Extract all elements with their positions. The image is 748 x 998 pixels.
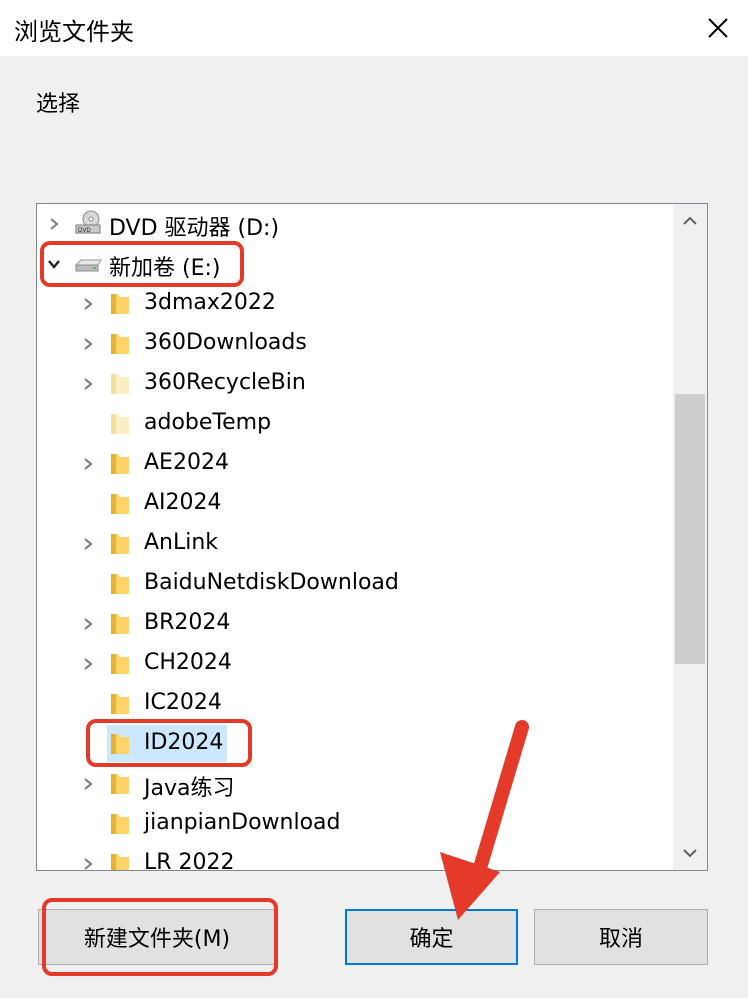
svg-text:DVD: DVD — [78, 228, 91, 234]
folder-row[interactable]: AE2024 — [37, 444, 673, 484]
chevron-right-icon[interactable] — [79, 615, 97, 633]
folder-row[interactable]: jianpianDownload — [37, 804, 673, 844]
folder-icon — [109, 292, 131, 320]
tree-item-label: CH2024 — [144, 650, 232, 675]
tree-item-label: 3dmax2022 — [144, 290, 276, 315]
folder-row[interactable]: AnLink — [37, 524, 673, 564]
tree-item-label: jianpianDownload — [144, 810, 341, 835]
tree-item-label: IC2024 — [144, 690, 222, 715]
chevron-right-icon[interactable] — [79, 295, 97, 313]
folder-icon — [109, 692, 131, 720]
folder-row[interactable]: 360RecycleBin — [37, 364, 673, 404]
folder-icon — [109, 372, 131, 400]
new-folder-button[interactable]: 新建文件夹(M) — [38, 909, 276, 965]
tree-item-label: ID2024 — [144, 730, 224, 755]
close-button[interactable] — [688, 0, 748, 56]
ok-button[interactable]: 确定 — [345, 909, 518, 965]
folder-row[interactable]: BR2024 — [37, 604, 673, 644]
folder-icon — [109, 492, 131, 520]
folder-row[interactable]: ID2024 — [37, 724, 673, 764]
tree-item-label: BR2024 — [144, 610, 231, 635]
folder-row[interactable]: Java练习 — [37, 764, 673, 804]
folder-row[interactable]: AI2024 — [37, 484, 673, 524]
folder-icon — [109, 452, 131, 480]
chevron-right-icon[interactable] — [79, 335, 97, 353]
chevron-right-icon[interactable] — [79, 535, 97, 553]
vertical-scrollbar[interactable] — [673, 204, 707, 870]
folder-row[interactable]: adobeTemp — [37, 404, 673, 444]
close-icon — [708, 18, 728, 38]
chevron-right-icon[interactable] — [79, 375, 97, 393]
chevron-down-icon — [683, 849, 697, 858]
folder-icon — [109, 572, 131, 600]
scroll-down-button[interactable] — [673, 836, 707, 870]
folder-row[interactable]: CH2024 — [37, 644, 673, 684]
folder-icon — [109, 412, 131, 440]
tree-item-label: Java练习 — [144, 776, 235, 801]
chevron-right-icon[interactable] — [45, 215, 63, 233]
folder-icon — [109, 652, 131, 680]
chevron-right-icon[interactable] — [79, 655, 97, 673]
tree-item-label: AE2024 — [144, 450, 229, 475]
tree-item-label: BaiduNetdiskDownload — [144, 570, 399, 595]
folder-row[interactable]: IC2024 — [37, 684, 673, 724]
tree-item-label: LR 2022 — [144, 850, 235, 871]
prompt-label: 选择 — [36, 92, 81, 117]
cancel-button[interactable]: 取消 — [534, 909, 708, 965]
tree-item-label: 360Downloads — [144, 330, 307, 355]
folder-icon — [109, 852, 131, 870]
chevron-right-icon[interactable] — [79, 455, 97, 473]
chevron-right-icon[interactable] — [79, 775, 97, 793]
chevron-down-icon[interactable] — [45, 255, 63, 273]
window-title: 浏览文件夹 — [14, 18, 134, 46]
folder-row[interactable]: 3dmax2022 — [37, 284, 673, 324]
drive-icon — [73, 253, 103, 281]
folder-icon — [109, 812, 131, 840]
folder-row[interactable]: 360Downloads — [37, 324, 673, 364]
tree-item-label: 新加卷 (E:) — [109, 256, 221, 281]
folder-icon — [109, 732, 131, 760]
scroll-up-button[interactable] — [673, 204, 707, 238]
tree-item-label: AI2024 — [144, 490, 222, 515]
tree-item-label: 360RecycleBin — [144, 370, 306, 395]
drive-row[interactable]: DVD DVD 驱动器 (D:) — [37, 204, 673, 244]
folder-tree[interactable]: DVD DVD 驱动器 (D:) 新加卷 (E:) 3dmax2022 360Downl… — [36, 203, 708, 871]
folder-icon — [109, 532, 131, 560]
tree-item-label: DVD 驱动器 (D:) — [109, 216, 280, 241]
scrollbar-thumb[interactable] — [675, 394, 705, 664]
drive-row[interactable]: 新加卷 (E:) — [37, 244, 673, 284]
tree-item-label: adobeTemp — [144, 410, 272, 435]
title-bar: 浏览文件夹 — [0, 0, 748, 56]
tree-item-label: AnLink — [144, 530, 219, 555]
chevron-right-icon[interactable] — [79, 855, 97, 870]
folder-row[interactable]: LR 2022 — [37, 844, 673, 871]
folder-icon — [109, 612, 131, 640]
chevron-up-icon — [683, 216, 697, 225]
folder-icon — [109, 772, 131, 800]
folder-icon — [109, 332, 131, 360]
dvd-drive-icon: DVD — [73, 210, 103, 240]
folder-row[interactable]: BaiduNetdiskDownload — [37, 564, 673, 604]
